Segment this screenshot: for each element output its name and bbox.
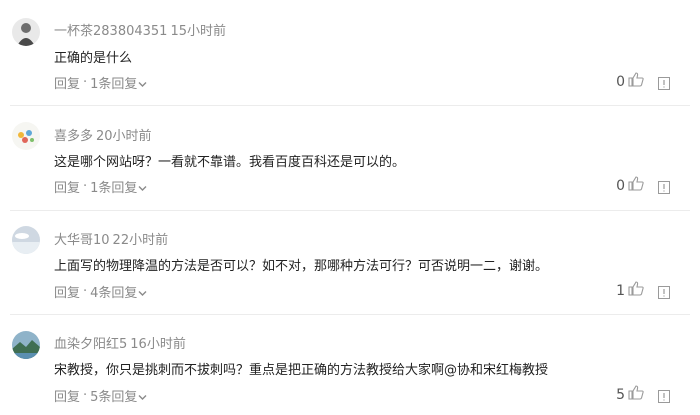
report-icon[interactable] (658, 284, 670, 299)
replies-toggle[interactable]: 4条回复 (90, 282, 147, 301)
chevron-down-icon (138, 390, 147, 405)
replies-count: 5条回复 (90, 390, 138, 405)
separator-dot: · (83, 75, 88, 90)
separator-dot: · (83, 179, 88, 194)
report-icon[interactable] (658, 388, 670, 403)
replies-count: 1条回复 (90, 77, 138, 92)
thumbs-up-icon (628, 72, 644, 91)
like-count: 0 (616, 177, 625, 194)
separator-dot: · (83, 284, 88, 299)
comment-meta: 喜多多 20小时前 (54, 125, 152, 144)
chevron-down-icon (138, 181, 147, 196)
comment-actions: 回复 · 5条回复 (54, 386, 147, 405)
avatar[interactable] (12, 122, 40, 150)
separator-dot: · (83, 388, 88, 403)
replies-toggle[interactable]: 5条回复 (90, 386, 147, 405)
comment-meta: 一杯茶283804351 15小时前 (54, 20, 226, 39)
comment-text: 上面写的物理降温的方法是否可以？如不对，那哪种方法可行？可否说明一二，谢谢。 (54, 259, 549, 274)
timestamp: 22小时前 (112, 233, 169, 248)
reply-button[interactable]: 回复 (54, 282, 80, 301)
replies-count: 1条回复 (90, 181, 138, 196)
username[interactable]: 大华哥10 (54, 233, 110, 248)
reply-button[interactable]: 回复 (54, 177, 80, 196)
avatar[interactable] (12, 331, 40, 359)
comment-text: 这是哪个网站呀？一看就不靠谱。我看百度百科还是可以的。 (54, 155, 406, 170)
divider (10, 105, 690, 106)
timestamp: 15小时前 (170, 24, 226, 39)
like-count: 0 (616, 73, 625, 90)
timestamp: 20小时前 (96, 129, 152, 144)
like-button[interactable]: 0 (616, 176, 644, 195)
chevron-down-icon (138, 77, 147, 92)
like-count: 1 (616, 282, 625, 299)
username[interactable]: 一杯茶283804351 (54, 24, 167, 39)
thumbs-up-icon (628, 281, 644, 300)
replies-toggle[interactable]: 1条回复 (90, 177, 147, 196)
comment-text: 正确的是什么 (54, 51, 133, 66)
like-button[interactable]: 0 (616, 72, 644, 91)
chevron-down-icon (138, 286, 147, 301)
like-count: 5 (616, 386, 625, 403)
avatar[interactable] (12, 18, 40, 46)
comment-text: 宋教授，你只是挑刺而不拔刺吗？重点是把正确的方法教授给大家啊@协和宋红梅教授 (54, 363, 549, 378)
timestamp: 16小时前 (130, 337, 186, 352)
thumbs-up-icon (628, 385, 644, 404)
divider (10, 210, 690, 211)
like-button[interactable]: 1 (616, 281, 644, 300)
thumbs-up-icon (628, 176, 644, 195)
reply-button[interactable]: 回复 (54, 386, 80, 405)
comment-meta: 大华哥10 22小时前 (54, 229, 168, 248)
avatar[interactable] (12, 226, 40, 254)
like-button[interactable]: 5 (616, 385, 644, 404)
username[interactable]: 喜多多 (54, 129, 93, 144)
username[interactable]: 血染夕阳红5 (54, 337, 127, 352)
replies-toggle[interactable]: 1条回复 (90, 73, 147, 92)
divider (10, 314, 690, 315)
comment-meta: 血染夕阳红5 16小时前 (54, 333, 186, 352)
comment-actions: 回复 · 1条回复 (54, 73, 147, 92)
reply-button[interactable]: 回复 (54, 73, 80, 92)
report-icon[interactable] (658, 75, 670, 90)
report-icon[interactable] (658, 179, 670, 194)
replies-count: 4条回复 (90, 286, 138, 301)
comment-actions: 回复 · 4条回复 (54, 282, 147, 301)
comment-actions: 回复 · 1条回复 (54, 177, 147, 196)
